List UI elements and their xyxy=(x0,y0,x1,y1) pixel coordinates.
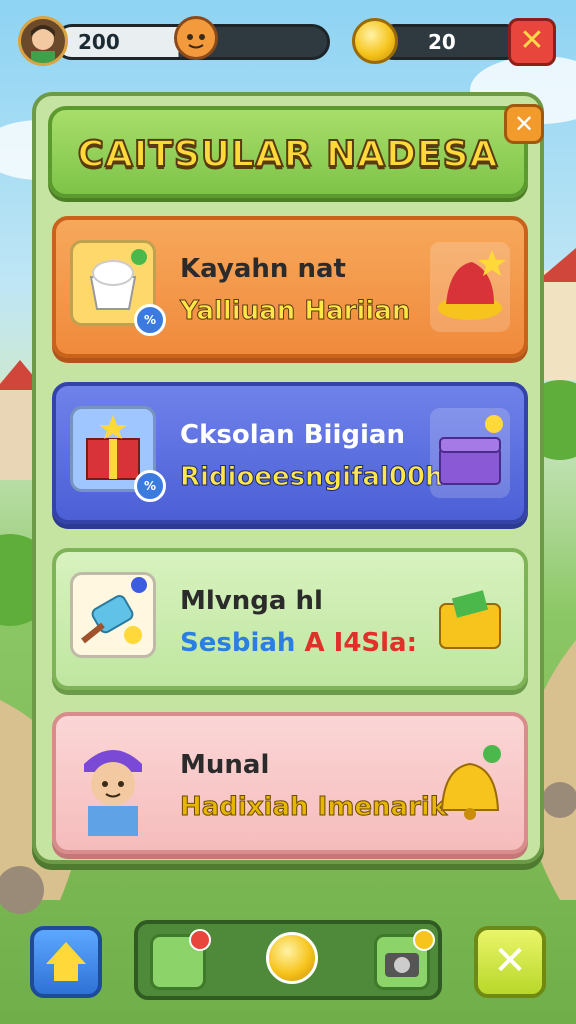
tool-icon xyxy=(70,572,156,658)
card-subtitle: Hadixiah Imenarik xyxy=(179,792,448,823)
action-dock xyxy=(134,920,442,1000)
quest-card-2[interactable]: % Cksolan Biigian Ridioeesngifal00h xyxy=(52,382,528,524)
hud-close-button[interactable]: ✕ xyxy=(508,18,556,66)
quest-panel: CAITSULAR NADESA ✕ % Kayahn nat Yalliuan… xyxy=(32,92,544,864)
jelly-reward-icon xyxy=(430,242,510,332)
chest-reward-icon xyxy=(430,408,510,498)
main-coin-button[interactable] xyxy=(266,932,318,984)
home-button[interactable] xyxy=(30,926,102,998)
bottom-bar: ✕ xyxy=(0,914,576,1024)
top-hud: 200 20 ✕ xyxy=(14,14,562,72)
card-subtitle-accent: A I4Sla: xyxy=(304,628,418,658)
card-subtitle-main: Sesbiah xyxy=(180,628,296,658)
card-subtitle: Ridioeesngifal00h xyxy=(180,462,445,493)
whistle-button[interactable] xyxy=(150,929,211,990)
card-title: Kayahn nat xyxy=(180,254,346,284)
bell-reward-icon xyxy=(430,738,510,828)
card-title: Mlvnga hl xyxy=(180,586,323,616)
home-arrow-icon xyxy=(46,942,86,964)
mascot-icon xyxy=(174,16,218,60)
player-value: 200 xyxy=(78,30,120,54)
panel-title-bar: CAITSULAR NADESA xyxy=(48,106,528,198)
camera-button[interactable] xyxy=(374,929,435,990)
coin-icon xyxy=(352,18,398,64)
quest-card-1[interactable]: % Kayahn nat Yalliuan Hariian xyxy=(52,216,528,358)
card-subtitle: Sesbiah A I4Sla: xyxy=(180,628,417,658)
card-badge: % xyxy=(134,470,166,502)
card-title: Cksolan Biigian xyxy=(180,420,405,450)
card-title: Munal xyxy=(180,750,270,780)
cash-reward-icon xyxy=(430,574,510,664)
quest-card-3[interactable]: Mlvnga hl Sesbiah A I4Sla: xyxy=(52,548,528,690)
tools-button[interactable]: ✕ xyxy=(474,926,546,998)
card-badge: % xyxy=(134,304,166,336)
panel-title: CAITSULAR NADESA xyxy=(77,133,499,176)
coin-value: 20 xyxy=(428,30,456,54)
panel-close-button[interactable]: ✕ xyxy=(504,104,544,144)
card-subtitle: Yalliuan Hariian xyxy=(179,296,411,327)
character-icon xyxy=(70,736,156,836)
quest-card-4[interactable]: Munal Hadixiah Imenarik xyxy=(52,712,528,854)
notification-dot xyxy=(189,929,211,951)
player-avatar[interactable] xyxy=(18,16,68,66)
notification-dot xyxy=(413,929,435,951)
